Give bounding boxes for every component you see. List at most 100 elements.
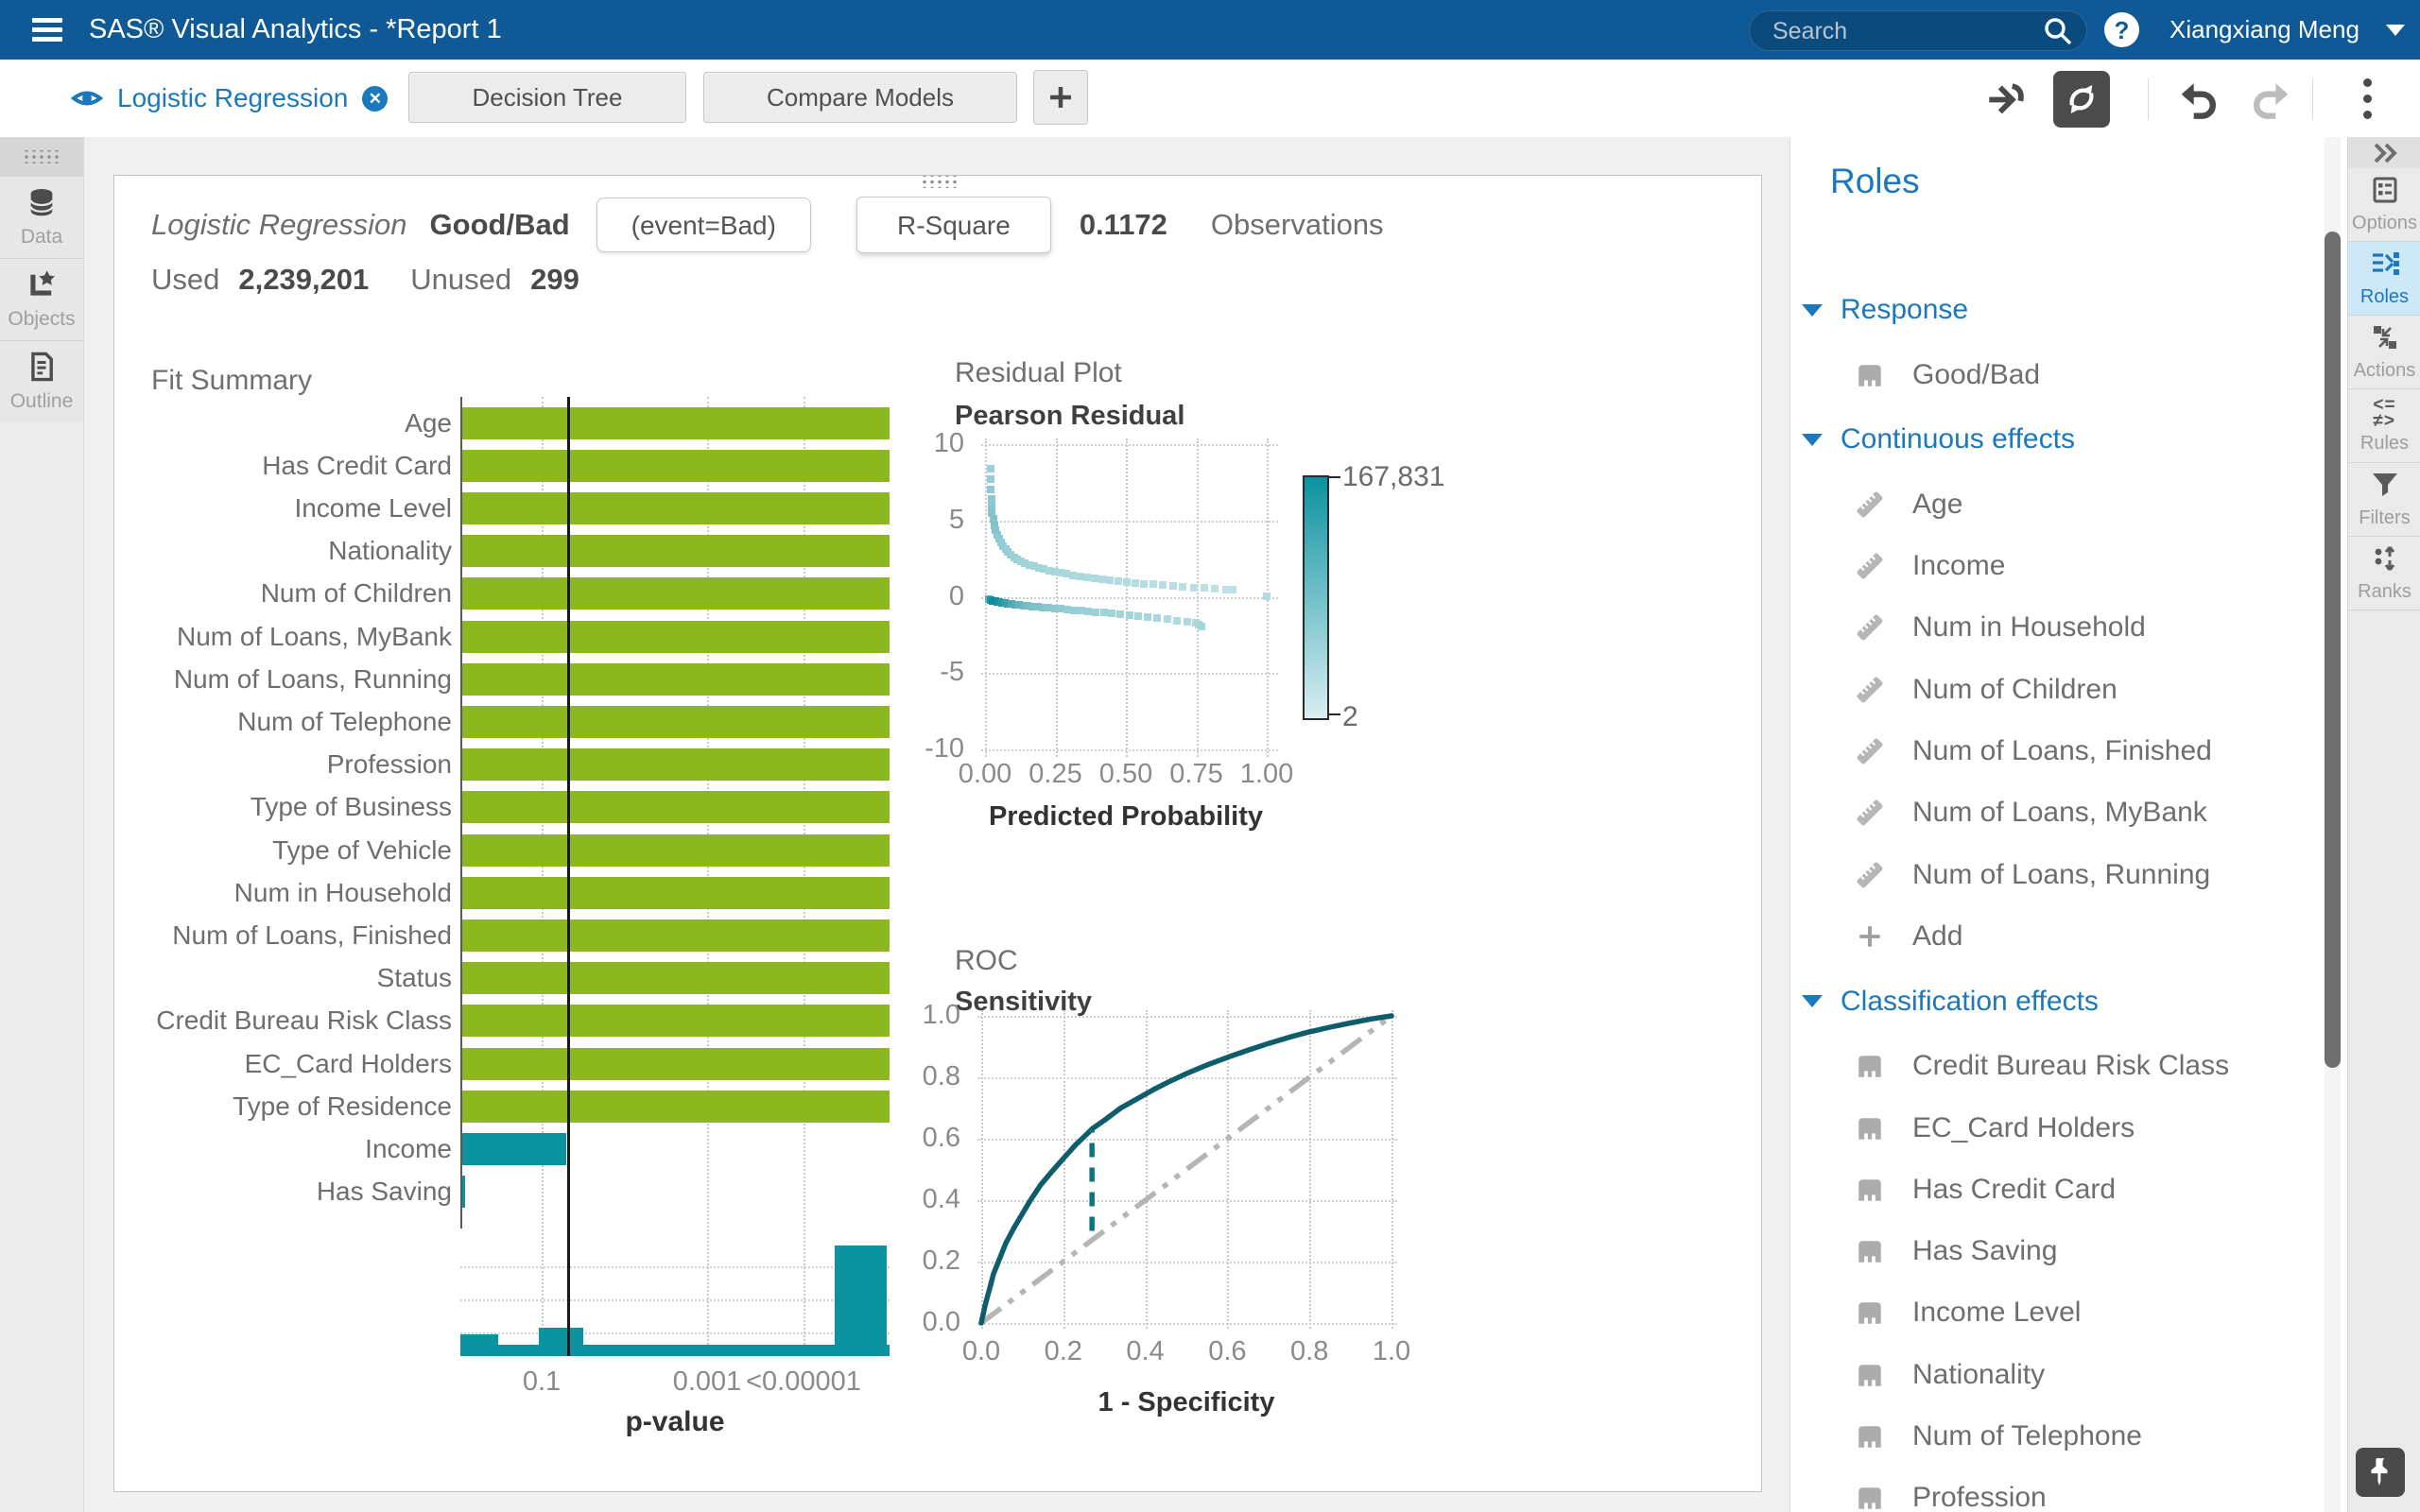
sidebar-item-label: Objects — [8, 308, 75, 331]
panel-tab-ranks[interactable]: Ranks — [2348, 537, 2420, 610]
panel-tab-options[interactable]: Options — [2348, 168, 2420, 242]
user-menu[interactable]: Xiangxiang Meng — [2169, 0, 2405, 60]
add-effect-button[interactable]: Add — [1790, 905, 2320, 967]
gridline-horizontal — [981, 673, 1278, 675]
gridline-horizontal — [981, 597, 1278, 599]
category-icon — [1856, 1114, 1884, 1143]
pin-button[interactable] — [2356, 1448, 2405, 1497]
bar-category-label: Profession — [151, 744, 452, 786]
residual-y-axis-label: Pearson Residual — [955, 401, 1184, 432]
fit-statistic-button[interactable]: R-Square — [856, 197, 1051, 253]
role-item[interactable]: Num of Loans, MyBank — [1790, 782, 2320, 844]
residual-point — [987, 486, 994, 493]
options-icon — [2371, 176, 2399, 209]
tab-logistic-regression[interactable]: Logistic Regression ✕ — [71, 60, 388, 137]
sidebar-item-objects[interactable]: Objects — [0, 258, 83, 340]
role-item[interactable]: Has Saving — [1790, 1221, 2320, 1282]
residual-point — [1140, 580, 1148, 588]
undo-button[interactable] — [2174, 60, 2221, 137]
legend-tick — [1327, 476, 1340, 478]
role-item-label: Profession — [1912, 1482, 2047, 1512]
role-item[interactable]: Income — [1790, 536, 2320, 597]
sidebar-item-outline[interactable]: Outline — [0, 340, 83, 422]
residual-point — [1164, 615, 1171, 623]
role-item-label: Num in Household — [1912, 611, 2146, 644]
roles-section-classification-effects[interactable]: Classification effects — [1790, 968, 2320, 1036]
p-value-bar — [462, 1133, 566, 1165]
sidebar-item-data[interactable]: Data — [0, 176, 83, 258]
roles-icon — [2370, 249, 2400, 283]
residual-point — [1159, 581, 1167, 589]
collapse-panel-button[interactable] — [2348, 137, 2420, 168]
category-icon — [1856, 1298, 1884, 1327]
app-title: SAS® Visual Analytics - *Report 1 — [89, 0, 502, 60]
p-value-bar — [462, 791, 890, 823]
role-item[interactable]: Num of Loans, Running — [1790, 844, 2320, 905]
role-item[interactable]: Profession — [1790, 1468, 2320, 1512]
role-item[interactable]: Has Credit Card — [1790, 1159, 2320, 1220]
chevron-down-icon — [2386, 25, 2405, 36]
role-item[interactable]: Good/Bad — [1790, 344, 2320, 405]
panel-tab-rules[interactable]: <=≠> Rules — [2348, 389, 2420, 463]
object-drag-handle[interactable] — [922, 176, 958, 188]
event-level-button[interactable]: (event=Bad) — [596, 198, 811, 252]
bar-category-label: Nationality — [151, 530, 452, 573]
role-item-label: Add — [1912, 920, 1962, 953]
residual-point — [1229, 586, 1236, 593]
menu-icon[interactable] — [32, 18, 62, 43]
tab-label: Decision Tree — [473, 83, 623, 112]
role-item[interactable]: Num of Children — [1790, 659, 2320, 720]
gridline-horizontal — [460, 1332, 890, 1334]
residual-point — [1190, 584, 1198, 592]
measure-icon — [1856, 737, 1884, 765]
residual-point — [1134, 612, 1142, 620]
role-item[interactable]: Num in Household — [1790, 597, 2320, 659]
role-item[interactable]: Num of Telephone — [1790, 1406, 2320, 1468]
panel-tab-label: Roles — [2360, 286, 2409, 308]
panel-tab-label: Rules — [2360, 433, 2409, 455]
role-item[interactable]: Num of Loans, Finished — [1790, 721, 2320, 782]
more-menu-icon[interactable] — [2363, 78, 2373, 120]
panel-tab-actions[interactable]: Actions — [2348, 316, 2420, 389]
panel-tab-filters[interactable]: Filters — [2348, 463, 2420, 537]
redo-icon — [2248, 77, 2295, 120]
rules-icon: <=≠> — [2373, 397, 2395, 429]
rail-grip-handle[interactable] — [0, 137, 83, 176]
role-item[interactable]: Age — [1790, 473, 2320, 535]
measure-icon — [1856, 552, 1884, 580]
roles-section-response[interactable]: Response — [1790, 276, 2320, 344]
role-item[interactable]: Income Level — [1790, 1282, 2320, 1344]
search-icon[interactable] — [2042, 16, 2074, 46]
auto-update-button[interactable] — [2053, 71, 2110, 128]
rsquare-value: 0.1172 — [1080, 208, 1167, 242]
p-value-bar — [462, 1048, 890, 1080]
tab-compare-models[interactable]: Compare Models — [703, 72, 1017, 123]
p-value-bar — [462, 450, 890, 482]
residual-point — [988, 495, 995, 503]
present-button[interactable] — [1985, 60, 2029, 137]
p-value-bar — [462, 1091, 890, 1123]
redo-button[interactable] — [2248, 60, 2295, 137]
bar-category-label: Age — [151, 402, 452, 444]
residual-point — [1169, 582, 1177, 590]
close-icon[interactable]: ✕ — [362, 86, 388, 112]
model-name: Logistic Regression — [151, 208, 407, 242]
tab-decision-tree[interactable]: Decision Tree — [408, 72, 686, 123]
measure-icon — [1856, 676, 1884, 704]
add-tab-button[interactable] — [1033, 70, 1088, 125]
p-value-bar — [462, 663, 890, 696]
panel-tab-roles[interactable]: Roles — [2348, 242, 2420, 316]
gridline-vertical — [1126, 438, 1128, 757]
scrollbar-thumb[interactable] — [2325, 232, 2341, 1068]
roles-section-continuous-effects[interactable]: Continuous effects — [1790, 405, 2320, 473]
help-icon[interactable]: ? — [2104, 12, 2139, 47]
role-item[interactable]: Credit Bureau Risk Class — [1790, 1036, 2320, 1097]
role-item[interactable]: Nationality — [1790, 1344, 2320, 1405]
role-item[interactable]: EC_Card Holders — [1790, 1097, 2320, 1159]
residual-point — [1116, 610, 1124, 618]
role-item-label: Nationality — [1912, 1359, 2045, 1391]
y-tick-label: 5 — [881, 505, 964, 536]
bar-category-label: Type of Vehicle — [151, 829, 452, 871]
p-value-bar — [462, 577, 890, 610]
search-input[interactable] — [1771, 15, 2011, 47]
